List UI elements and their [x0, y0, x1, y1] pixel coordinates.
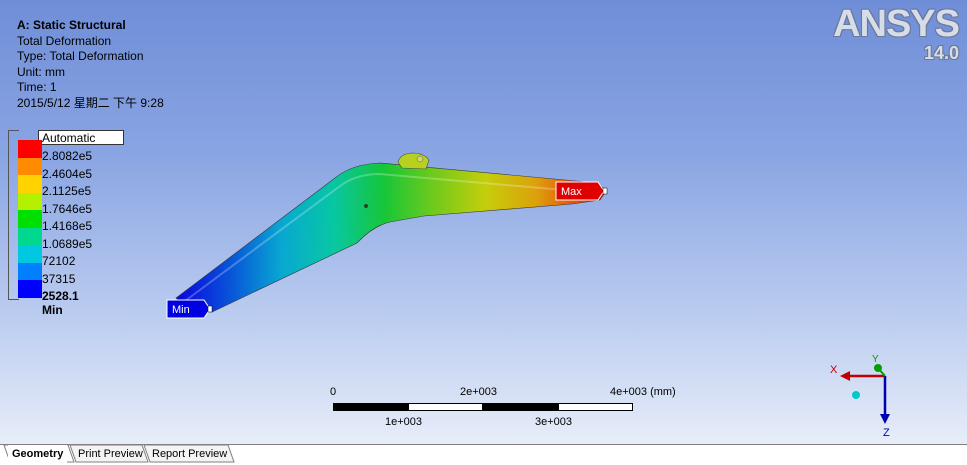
axis-y-label: Y — [872, 354, 879, 365]
scale-label: 1e+003 — [385, 416, 423, 428]
min-label: Min — [172, 304, 190, 316]
max-label: Max — [561, 186, 582, 198]
tab-report-preview[interactable]: Report Preview — [148, 445, 231, 463]
scale-segment — [408, 403, 483, 411]
max-probe[interactable]: Max — [555, 181, 608, 201]
axis-z-label: Z — [883, 427, 890, 439]
scale-label: 0 — [330, 386, 337, 398]
min-probe[interactable]: Min — [166, 299, 213, 319]
model-view[interactable]: Max Min X Y Z — [0, 0, 967, 444]
scale-segment — [483, 403, 558, 411]
scale-label: 3e+003 — [535, 416, 573, 428]
axis-triad[interactable]: X Y Z — [830, 354, 890, 439]
scale-label: 2e+003 — [460, 386, 498, 398]
scale-segment — [333, 403, 408, 411]
scale-segment — [558, 403, 633, 411]
scale-label: 4e+003 (mm) — [610, 386, 676, 398]
tab-geometry[interactable]: Geometry — [8, 445, 68, 463]
boom-arm[interactable] — [175, 152, 607, 313]
view-tabs: Geometry Print Preview Report Preview — [0, 444, 967, 465]
graphics-viewport[interactable]: A: Static Structural Total Deformation T… — [0, 0, 967, 444]
axis-x-label: X — [830, 364, 838, 376]
tab-print-preview[interactable]: Print Preview — [74, 445, 147, 463]
